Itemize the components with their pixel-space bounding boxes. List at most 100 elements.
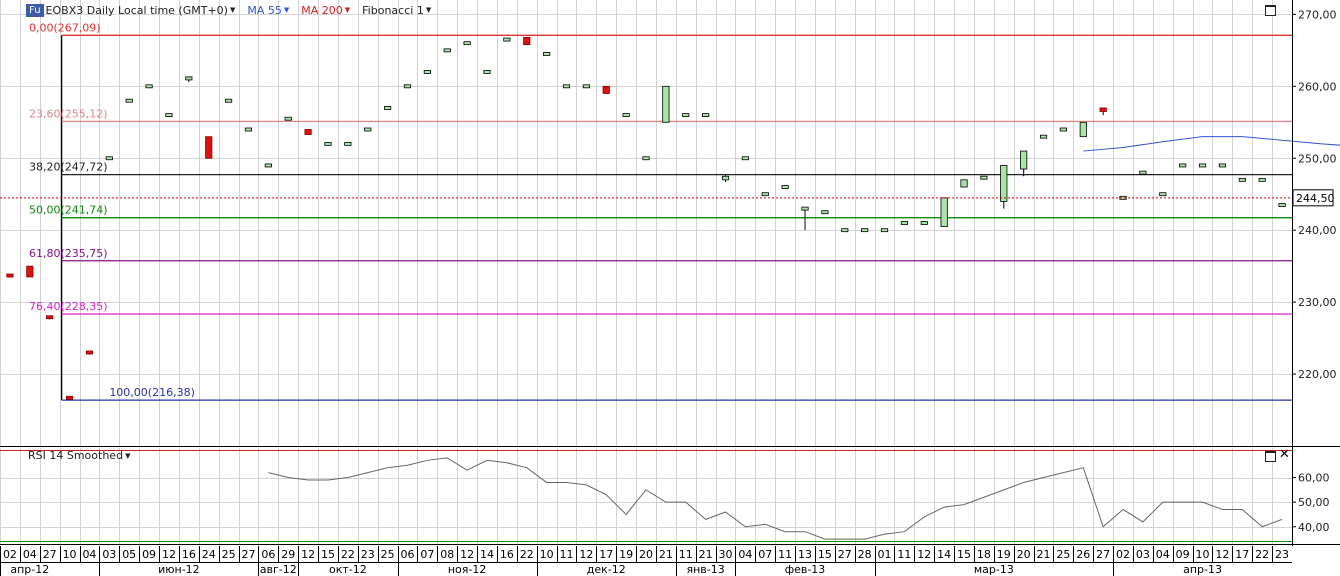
candle-down: [6, 273, 14, 278]
x-day-label: 11: [559, 548, 573, 561]
x-day-label: 11: [679, 548, 693, 561]
x-day-label: 04: [23, 548, 37, 561]
x-day-label: 30: [719, 548, 733, 561]
x-day-label: 14: [480, 548, 494, 561]
candle-up: [1218, 163, 1227, 168]
x-day-label: 12: [301, 548, 315, 561]
candle-up: [702, 113, 710, 117]
ma55-indicator[interactable]: MA 55 ▼: [247, 4, 289, 17]
candle-up: [264, 163, 272, 168]
x-day-label: 16: [182, 548, 196, 561]
x-month-label: фев-13: [785, 563, 826, 576]
candle-up: [582, 84, 590, 89]
candle-up: [344, 141, 352, 146]
x-day-label: 11: [897, 548, 911, 561]
x-day-label: 27: [241, 548, 255, 561]
x-day-label: 27: [43, 548, 57, 561]
x-day-label: 22: [520, 548, 534, 561]
x-day-label: 10: [63, 548, 77, 561]
candle-up: [364, 127, 372, 132]
candle-up: [980, 175, 988, 180]
candle-up: [1179, 163, 1187, 168]
x-day-label: 09: [1176, 548, 1190, 561]
candle-up: [1258, 177, 1266, 182]
fibonacci-level-label: 76,40(228,35): [29, 300, 108, 313]
fibonacci-level-label: 50,00(241,74): [29, 204, 108, 217]
ma200-indicator[interactable]: MA 200 ▼: [301, 4, 350, 17]
candle-up: [662, 85, 670, 123]
y-tick-label: 250,00: [1298, 152, 1337, 165]
candle-down: [85, 350, 94, 355]
chart-toolbar: Fu EOBX3 Daily Local time (GMT+0) ▼ MA 5…: [26, 3, 431, 17]
x-day-label: 12: [917, 548, 931, 561]
candle-up: [443, 48, 451, 53]
x-day-label: 23: [361, 548, 375, 561]
x-month-label: дек-12: [587, 563, 626, 576]
x-day-label: 22: [1255, 548, 1269, 561]
x-day-label: 05: [122, 548, 136, 561]
candle-up: [483, 70, 491, 74]
rsi-y-tick-label: 40,00: [1298, 521, 1330, 534]
x-day-label: 02: [1116, 548, 1130, 561]
symbol-title[interactable]: Fu EOBX3 Daily Local time (GMT+0) ▼: [26, 3, 235, 17]
candle-up: [324, 141, 332, 146]
x-day-label: 10: [1196, 548, 1210, 561]
x-day-label: 03: [102, 548, 116, 561]
close-icon[interactable]: ✕: [1279, 448, 1290, 461]
x-day-label: 27: [838, 548, 852, 561]
x-day-label: 25: [381, 548, 395, 561]
x-month-label: авг-12: [260, 563, 297, 576]
x-day-label: 21: [1037, 548, 1051, 561]
x-day-label: 04: [82, 548, 96, 561]
fibonacci-level-label: 0,00(267,09): [29, 21, 101, 34]
candle-up: [284, 116, 292, 121]
candle-down: [304, 129, 312, 135]
symbol-title-text: EOBX3 Daily Local time (GMT+0): [45, 3, 228, 17]
fibonacci-indicator[interactable]: Fibonacci 1 ▼: [362, 4, 431, 17]
x-day-label: 29: [281, 548, 295, 561]
rsi-indicator[interactable]: RSI 14 Smoothed ▼: [28, 449, 130, 462]
maximize-icon[interactable]: [1265, 451, 1276, 462]
x-day-label: 12: [460, 548, 474, 561]
x-day-label: 26: [1076, 548, 1090, 561]
candle-down: [26, 265, 34, 278]
candle-up: [1020, 150, 1028, 170]
candle-up: [165, 113, 173, 117]
x-day-label: 17: [599, 548, 613, 561]
candle-up: [403, 84, 412, 89]
maximize-icon[interactable]: [1265, 5, 1276, 16]
x-day-label: 21: [699, 548, 713, 561]
candle-up: [1159, 192, 1167, 197]
x-day-label: 18: [977, 548, 991, 561]
y-tick-label: 230,00: [1298, 296, 1337, 309]
candle-up: [1059, 127, 1067, 132]
x-month-label: мар-13: [974, 563, 1014, 576]
candle-up: [384, 106, 392, 110]
rsi-y-tick-label: 60,00: [1298, 472, 1330, 485]
candle-up: [543, 52, 551, 56]
candle-up: [145, 84, 153, 89]
candle-up: [682, 113, 690, 117]
candle-down: [205, 136, 213, 159]
candle-down: [46, 315, 54, 320]
x-day-label: 12: [162, 548, 176, 561]
x-day-label: 15: [818, 548, 832, 561]
candle-up: [861, 228, 869, 233]
current-price-label: 244,50: [1296, 192, 1335, 205]
candle-up: [423, 70, 431, 74]
candle-up: [1000, 165, 1008, 202]
x-day-label: 02: [3, 548, 17, 561]
x-day-label: 06: [261, 548, 275, 561]
chevron-down-icon: ▼: [425, 6, 432, 14]
candle-up: [880, 228, 889, 233]
x-day-label: 08: [440, 548, 454, 561]
x-day-label: 03: [1136, 548, 1150, 561]
x-day-label: 19: [997, 548, 1011, 561]
candle-up: [920, 221, 928, 225]
x-day-label: 10: [540, 548, 554, 561]
candle-up: [1139, 170, 1147, 175]
candle-up: [900, 221, 908, 225]
fibonacci-level-label: 23,60(255,12): [29, 107, 108, 120]
x-day-label: 12: [1215, 548, 1229, 561]
candle-up: [642, 156, 650, 161]
